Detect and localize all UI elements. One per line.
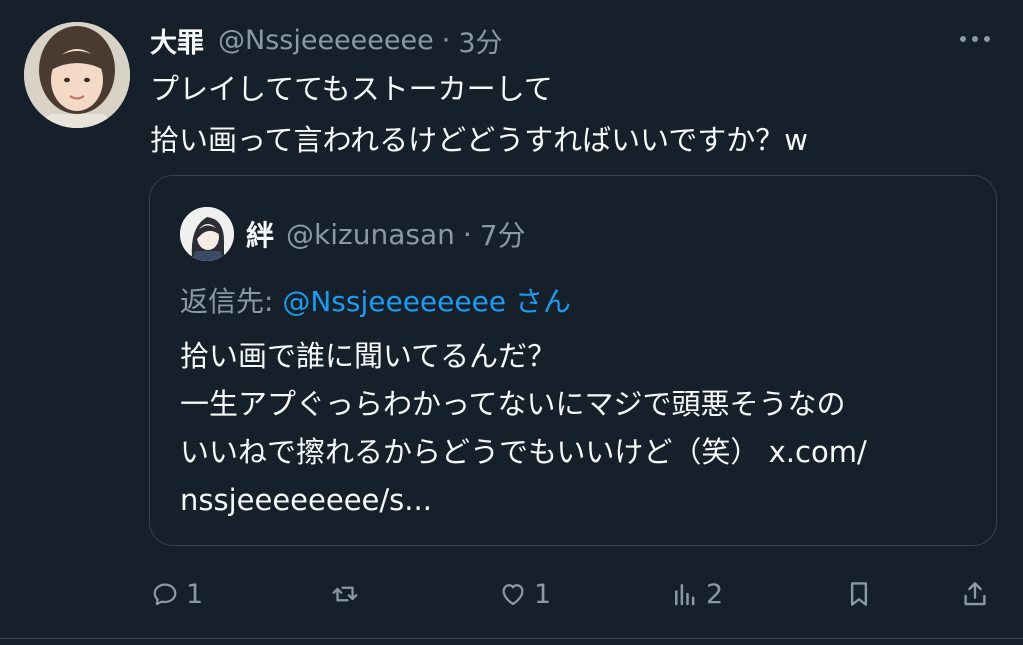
author-handle[interactable]: @Nssjeeeeeeee [218,25,434,56]
author-display-name[interactable]: 大罪 [150,21,204,60]
tweet-page: 大罪 @Nssjeeeeeeee · 3分 プレイしててもストーカーして 拾い画… [0,0,1023,645]
quoted-author-avatar [180,207,234,261]
reply-mention-suffix[interactable]: さん [506,285,571,318]
views-icon [675,584,695,606]
bookmark-icon [850,582,868,606]
tweet-timestamp[interactable]: 3分 [458,21,502,60]
quoted-tweet-card[interactable]: 絆 @kizunasan · 7分 返信先: @Nssjeeeeeeee さん … [149,175,997,546]
tweet-header: 大罪 @Nssjeeeeeeee · 3分 [150,20,503,60]
like-button[interactable]: 1 [498,572,551,616]
more-dot [984,36,990,42]
share-button[interactable] [960,572,990,616]
share-icon [964,582,986,606]
more-dot [972,36,978,42]
quoted-tweet-text: 拾い画で誰に聞いてるんだ？ 一生アプぐっらわかってないにマジで頭悪そうなの いい… [180,339,867,517]
views-button[interactable]: 2 [670,572,723,616]
views-count: 2 [706,578,724,610]
separator-dot: · [462,217,472,251]
like-count: 1 [534,578,552,610]
bottom-divider [0,638,1023,639]
reply-icon [153,583,177,606]
bookmark-button[interactable] [844,572,874,616]
replying-to-label: 返信先: [180,285,283,318]
author-avatar[interactable] [24,22,130,128]
action-bar: 1 1 2 [150,572,1000,616]
quoted-tweet-timestamp: 7分 [479,219,526,252]
quoted-author-display-name: 絆 [246,219,275,252]
separator-dot: · [441,24,451,56]
quoted-author-handle: @kizunasan [286,217,455,251]
quoted-tweet-header: 絆 @kizunasan · 7分 [246,213,526,255]
tweet-text: プレイしててもストーカーして 拾い画って言われるけどどうすればいいですか？w [150,72,808,157]
reply-count: 1 [186,578,204,610]
retweet-button[interactable] [330,572,366,616]
retweet-icon [332,586,358,602]
reply-mention-link[interactable]: @Nssjeeeeeeee [282,285,506,318]
more-horizontal-icon [960,36,966,42]
heart-icon [502,584,524,606]
author-avatar-image [24,22,130,128]
replying-to-line: 返信先: @Nssjeeeeeeee さん [180,280,571,320]
reply-button[interactable]: 1 [150,572,203,616]
quoted-author-avatar-image [180,207,234,261]
more-options-button[interactable] [950,26,1000,52]
